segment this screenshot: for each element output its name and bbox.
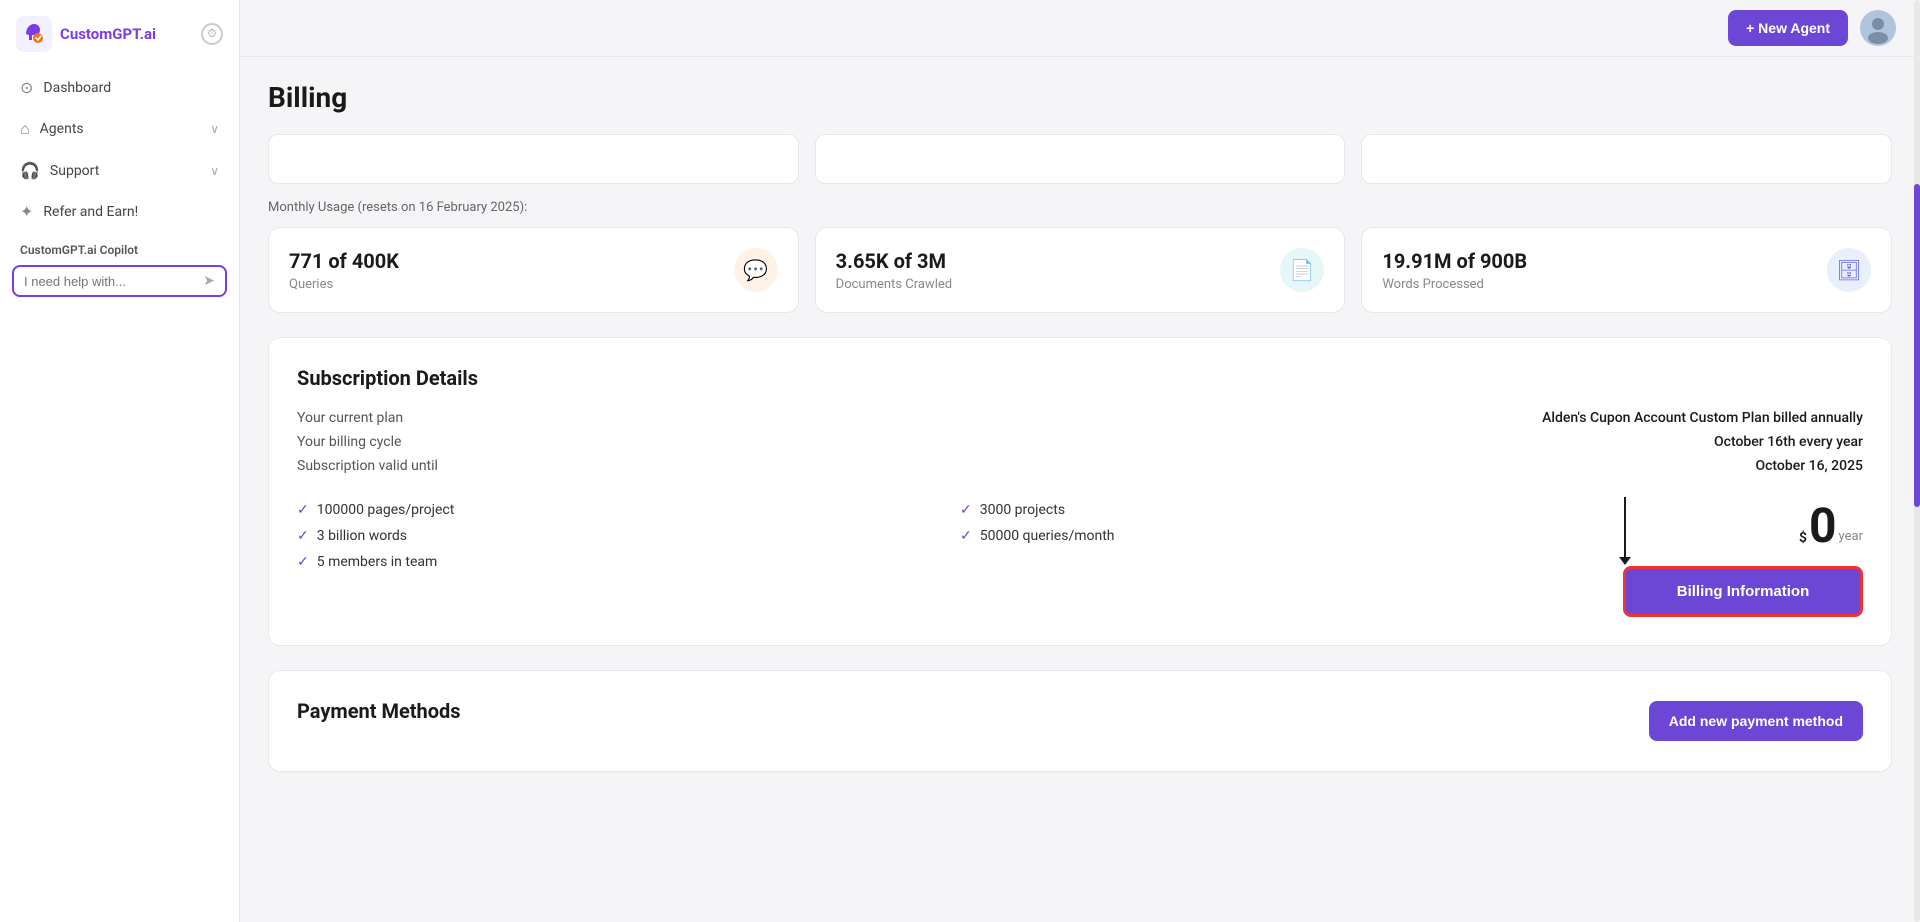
feature-projects: ✓ 3000 projects xyxy=(960,502,1599,518)
arrow-line xyxy=(1624,497,1626,557)
docs-icon: 📄 xyxy=(1280,248,1324,292)
chevron-down-icon: ∨ xyxy=(210,164,219,178)
feature-projects-text: 3000 projects xyxy=(980,502,1065,518)
feature-words-text: 3 billion words xyxy=(317,528,407,544)
billing-info-button[interactable]: Billing Information xyxy=(1623,566,1863,617)
words-icon: 🗄 xyxy=(1827,248,1871,292)
send-icon[interactable]: ➤ xyxy=(203,273,215,289)
sidebar-item-dashboard[interactable]: ⊙ Dashboard xyxy=(8,68,231,107)
feature-members: ✓ 5 members in team xyxy=(297,554,936,570)
sidebar-item-label: Support xyxy=(50,163,99,179)
features-pricing-row: ✓ 100000 pages/project ✓ 3 billion words… xyxy=(297,502,1863,617)
queries-icon: 💬 xyxy=(734,248,778,292)
words-value: 19.91M of 900B xyxy=(1382,249,1527,273)
chevron-down-icon: ∨ xyxy=(210,122,219,136)
subscription-title: Subscription Details xyxy=(297,366,1863,390)
plan-value: Alden's Cupon Account Custom Plan billed… xyxy=(1542,410,1863,426)
avatar xyxy=(1860,10,1896,46)
feature-words: ✓ 3 billion words xyxy=(297,528,936,544)
arrow-head xyxy=(1619,557,1631,565)
pricing-col: $ 0 year Billing Information xyxy=(1623,502,1863,617)
sidebar-nav: ⊙ Dashboard ⌂ Agents ∨ 🎧 Support ∨ ✦ Ref… xyxy=(0,68,239,231)
feature-queries: ✓ 50000 queries/month xyxy=(960,528,1599,544)
feature-pages-text: 100000 pages/project xyxy=(317,502,455,518)
until-label: Subscription valid until xyxy=(297,458,438,474)
feature-members-text: 5 members in team xyxy=(317,554,438,570)
usage-reset-label: Monthly Usage (resets on 16 February 202… xyxy=(268,200,1892,215)
arrow-annotation xyxy=(1619,497,1631,565)
support-icon: 🎧 xyxy=(20,161,40,180)
sidebar-item-refer[interactable]: ✦ Refer and Earn! xyxy=(8,192,231,231)
check-icon: ✓ xyxy=(960,528,972,544)
check-icon: ✓ xyxy=(960,502,972,518)
usage-card-queries: 771 of 400K Queries 💬 xyxy=(268,227,799,313)
check-icon: ✓ xyxy=(297,528,309,544)
stat-card-stub-1 xyxy=(268,134,799,184)
features-col-1: ✓ 100000 pages/project ✓ 3 billion words… xyxy=(297,502,936,570)
until-value: October 16, 2025 xyxy=(1755,458,1863,474)
avatar-image xyxy=(1860,10,1896,46)
usage-card-words: 19.91M of 900B Words Processed 🗄 xyxy=(1361,227,1892,313)
docs-label: Documents Crawled xyxy=(836,277,952,292)
price-amount: 0 xyxy=(1809,502,1837,550)
subscription-section: Subscription Details Your current plan A… xyxy=(268,337,1892,646)
cycle-label: Your billing cycle xyxy=(297,434,401,450)
usage-cards: 771 of 400K Queries 💬 3.65K of 3M Docume… xyxy=(268,227,1892,313)
feature-queries-text: 50000 queries/month xyxy=(980,528,1115,544)
words-label: Words Processed xyxy=(1382,277,1527,292)
scrollbar-track[interactable] xyxy=(1914,0,1920,922)
sidebar: CustomGPT.ai ⏱ ⊙ Dashboard ⌂ Agents ∨ 🎧 … xyxy=(0,0,240,922)
payment-section: Payment Methods Add new payment method xyxy=(268,670,1892,772)
check-icon: ✓ xyxy=(297,554,309,570)
usage-card-docs: 3.65K of 3M Documents Crawled 📄 xyxy=(815,227,1346,313)
price-period: year xyxy=(1839,529,1863,544)
docs-value: 3.65K of 3M xyxy=(836,249,952,273)
main-content: + New Agent Billing Monthly Usage (reset… xyxy=(240,0,1920,922)
new-agent-button[interactable]: + New Agent xyxy=(1728,10,1848,46)
logo-text: CustomGPT.ai xyxy=(60,25,156,43)
feature-pages: ✓ 100000 pages/project xyxy=(297,502,936,518)
plan-label: Your current plan xyxy=(297,410,403,426)
sidebar-item-label: Refer and Earn! xyxy=(43,204,138,220)
topbar: + New Agent xyxy=(240,0,1920,57)
queries-label: Queries xyxy=(289,277,399,292)
agents-icon: ⌂ xyxy=(20,119,30,139)
price-display: $ 0 year xyxy=(1799,502,1863,550)
sidebar-item-agents[interactable]: ⌂ Agents ∨ xyxy=(8,109,231,149)
subscription-rows: Your current plan Alden's Cupon Account … xyxy=(297,410,1863,474)
stat-card-stub-2 xyxy=(815,134,1346,184)
page-title: Billing xyxy=(268,81,1892,114)
dashboard-icon: ⊙ xyxy=(20,78,33,97)
add-payment-button[interactable]: Add new payment method xyxy=(1649,701,1863,741)
page-content: Billing Monthly Usage (resets on 16 Febr… xyxy=(240,57,1920,922)
refer-icon: ✦ xyxy=(20,202,33,221)
queries-value: 771 of 400K xyxy=(289,249,399,273)
sidebar-item-support[interactable]: 🎧 Support ∨ xyxy=(8,151,231,190)
copilot-input-wrapper[interactable]: ➤ xyxy=(12,265,227,297)
logo-icon xyxy=(16,16,52,52)
payment-section-title: Payment Methods xyxy=(297,699,461,723)
price-dollar: $ xyxy=(1799,530,1807,546)
sidebar-item-label: Agents xyxy=(40,121,84,137)
copilot-input[interactable] xyxy=(24,274,203,289)
features-col-2: ✓ 3000 projects ✓ 50000 queries/month xyxy=(960,502,1599,544)
subscription-row-plan: Your current plan Alden's Cupon Account … xyxy=(297,410,1863,426)
stats-partial-cards xyxy=(268,134,1892,184)
sidebar-item-label: Dashboard xyxy=(43,80,111,96)
sidebar-logo: CustomGPT.ai ⏱ xyxy=(0,16,239,68)
check-icon: ✓ xyxy=(297,502,309,518)
stat-card-stub-3 xyxy=(1361,134,1892,184)
subscription-row-until: Subscription valid until October 16, 202… xyxy=(297,458,1863,474)
subscription-row-cycle: Your billing cycle October 16th every ye… xyxy=(297,434,1863,450)
scrollbar-thumb[interactable] xyxy=(1914,184,1920,507)
copilot-label: CustomGPT.ai Copilot xyxy=(0,231,239,265)
cycle-value: October 16th every year xyxy=(1714,434,1863,450)
clock-icon[interactable]: ⏱ xyxy=(201,23,223,45)
sidebar-logo-inner: CustomGPT.ai xyxy=(16,16,156,52)
